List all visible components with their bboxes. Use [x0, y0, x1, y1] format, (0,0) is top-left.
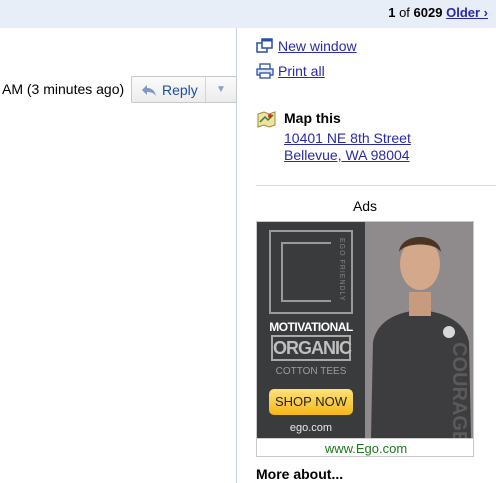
- map-address-line1[interactable]: 10401 NE 8th Street: [284, 130, 411, 146]
- older-link[interactable]: Older ›: [446, 5, 488, 20]
- ad-subline: COTTON TEES: [275, 366, 347, 377]
- new-window-link[interactable]: New window: [278, 38, 357, 54]
- dropdown-arrow-icon: ▼: [216, 84, 226, 95]
- shop-now-button[interactable]: SHOP NOW: [269, 389, 353, 415]
- map-address-line2[interactable]: Bellevue, WA 98004: [284, 147, 410, 163]
- print-all-link[interactable]: Print all: [278, 63, 325, 79]
- model-photo-illustration: COURAGE: [365, 222, 473, 438]
- ego-logo-mark: [281, 242, 331, 302]
- divider: [256, 185, 496, 186]
- new-window-action[interactable]: New window: [256, 38, 357, 54]
- ad-left-panel: EGO FRIENDLY MOTIVATIONAL ORGANIC COTTON…: [257, 222, 365, 438]
- pager-position: 1: [388, 5, 396, 20]
- message-timestamp: AM (3 minutes ago): [2, 81, 125, 97]
- reply-dropdown[interactable]: ▼: [206, 84, 236, 95]
- message-pane: AM (3 minutes ago) Reply ▼: [0, 28, 237, 483]
- logo-side-text: EGO FRIENDLY: [338, 238, 345, 302]
- new-window-icon: [256, 38, 273, 53]
- ad-brand-word: ORGANIC: [271, 335, 352, 361]
- ego-logo: EGO FRIENDLY: [269, 230, 353, 314]
- ads-heading: Ads: [352, 198, 378, 214]
- ad-display-url[interactable]: www.Ego.com: [257, 438, 473, 456]
- reply-button-group: Reply ▼: [131, 76, 237, 103]
- reply-label: Reply: [162, 81, 198, 98]
- pager-of: of: [399, 5, 410, 20]
- print-all-action[interactable]: Print all: [256, 63, 325, 79]
- reply-arrow-icon: [142, 84, 156, 96]
- ad-model-photo: COURAGE: [365, 222, 473, 438]
- map-icon: [257, 111, 276, 128]
- map-title: Map this: [284, 110, 341, 126]
- ad-headline: MOTIVATIONAL: [269, 320, 353, 334]
- printer-icon: [256, 63, 274, 79]
- shirt-text: COURAGE: [448, 342, 470, 438]
- pager: 1 of 6029 Older ›: [388, 5, 488, 20]
- more-about-heading: More about...: [256, 466, 344, 482]
- ad-banner[interactable]: EGO FRIENDLY MOTIVATIONAL ORGANIC COTTON…: [256, 221, 474, 457]
- ad-small-url: ego.com: [289, 422, 333, 434]
- reply-button[interactable]: Reply: [132, 77, 206, 102]
- pager-total: 6029: [413, 5, 443, 20]
- top-bar: 1 of 6029 Older ›: [0, 0, 496, 28]
- side-panel: New window Print all Map this 10401 NE 8…: [238, 28, 496, 483]
